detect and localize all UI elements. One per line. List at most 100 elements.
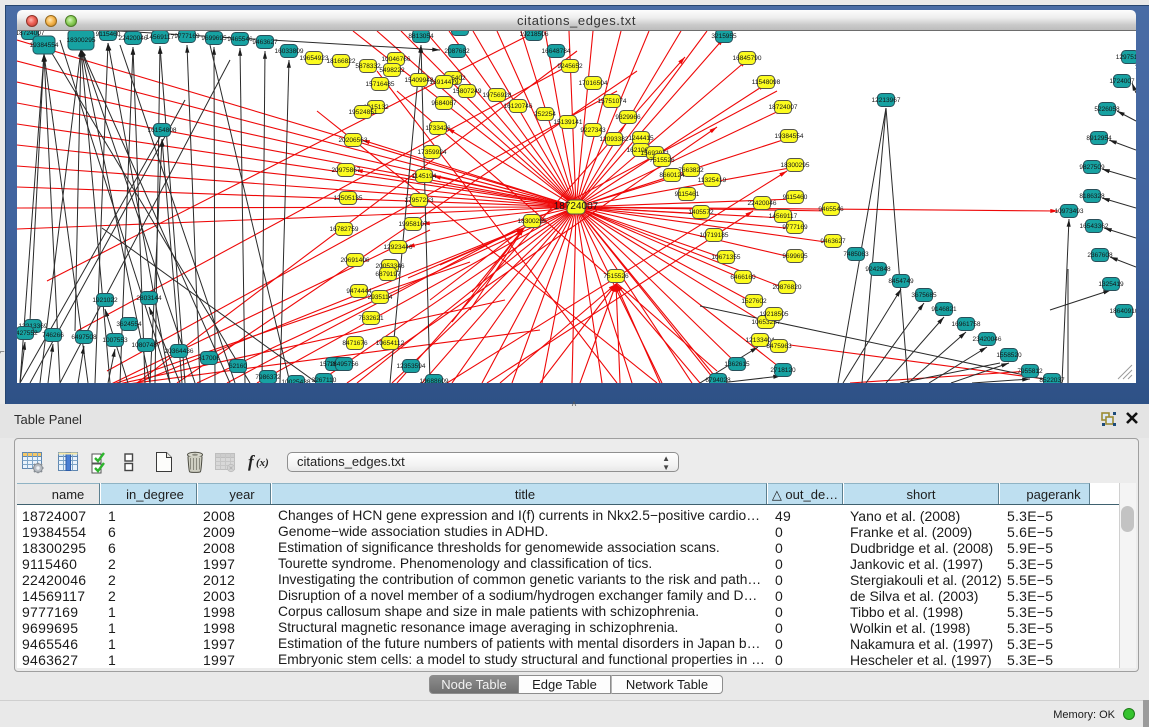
svg-text:10973493: 10973493 <box>1055 208 1084 215</box>
svg-text:6497508: 6497508 <box>71 334 97 341</box>
svg-text:20206563: 20206563 <box>339 137 368 144</box>
svg-text:11548098: 11548098 <box>752 79 781 86</box>
svg-text:12093382: 12093382 <box>600 136 629 143</box>
svg-text:9245652: 9245652 <box>557 63 583 70</box>
svg-text:7515526: 7515526 <box>603 273 629 280</box>
svg-text:23420046: 23420046 <box>973 336 1002 343</box>
svg-text:9684067: 9684067 <box>431 100 457 107</box>
svg-text:22420046: 22420046 <box>748 200 777 207</box>
svg-text:7485063: 7485063 <box>843 251 869 258</box>
svg-text:10688609: 10688609 <box>420 378 449 383</box>
svg-text:9777169: 9777169 <box>782 224 808 231</box>
svg-text:1724007: 1724007 <box>1109 78 1135 85</box>
svg-text:12505135: 12505135 <box>334 195 363 202</box>
svg-text:8454749: 8454749 <box>888 278 914 285</box>
svg-text:1145194: 1145194 <box>412 173 437 180</box>
svg-text:9115461: 9115461 <box>675 191 700 198</box>
svg-text:17016504: 17016504 <box>579 80 608 87</box>
svg-text:8660124: 8660124 <box>659 172 685 179</box>
svg-text:18300295: 18300295 <box>518 218 547 225</box>
svg-text:6879197: 6879197 <box>375 271 401 278</box>
svg-text:5226058: 5226058 <box>1094 106 1120 113</box>
svg-text:62160: 62160 <box>229 363 247 370</box>
svg-text:15751074: 15751074 <box>598 98 627 105</box>
svg-text:16543362: 16543362 <box>1080 223 1109 230</box>
svg-text:9699695: 9699695 <box>201 35 227 42</box>
svg-text:9463627: 9463627 <box>820 238 846 245</box>
svg-text:19384554: 19384554 <box>775 133 804 140</box>
svg-text:22420046: 22420046 <box>119 35 148 42</box>
svg-text:18166822: 18166822 <box>327 58 356 65</box>
svg-text:2087682: 2087682 <box>444 48 470 55</box>
svg-text:18724007: 18724007 <box>554 201 599 212</box>
svg-text:19218505: 19218505 <box>760 311 789 318</box>
svg-text:10046766: 10046766 <box>382 56 411 63</box>
svg-text:17359924: 17359924 <box>418 149 447 156</box>
svg-text:10025438: 10025438 <box>282 379 311 383</box>
svg-text:9463627: 9463627 <box>252 39 278 46</box>
svg-text:16914479: 16914479 <box>430 79 459 86</box>
svg-text:9329966: 9329966 <box>615 114 641 121</box>
svg-text:(x): (x) <box>256 457 269 469</box>
svg-text:9827509: 9827509 <box>1079 164 1105 171</box>
svg-text:1527602: 1527602 <box>741 298 767 305</box>
svg-text:19524851: 19524851 <box>349 109 378 116</box>
svg-text:20364436: 20364436 <box>165 348 194 355</box>
svg-text:3215955: 3215955 <box>711 33 737 40</box>
svg-text:617006: 617006 <box>198 355 220 362</box>
svg-text:18300295: 18300295 <box>67 37 96 44</box>
svg-text:3624554: 3624554 <box>116 321 142 328</box>
svg-text:3675685: 3675685 <box>911 292 937 299</box>
svg-text:8475963: 8475963 <box>766 343 792 350</box>
svg-text:12975115: 12975115 <box>1116 54 1136 61</box>
svg-text:2718120: 2718120 <box>770 367 796 374</box>
svg-text:7515526: 7515526 <box>649 157 675 164</box>
svg-text:16961758: 16961758 <box>952 321 981 328</box>
svg-text:1405572: 1405572 <box>688 209 714 216</box>
svg-text:1733426: 1733426 <box>425 125 451 132</box>
svg-text:19958107: 19958107 <box>399 221 428 228</box>
svg-text:10654112: 10654112 <box>376 340 405 347</box>
svg-text:1558520: 1558520 <box>996 352 1022 359</box>
svg-text:19384554: 19384554 <box>30 42 59 49</box>
svg-text:7357234: 7357234 <box>447 31 473 33</box>
svg-text:16033809: 16033809 <box>275 48 304 55</box>
svg-text:18495756: 18495756 <box>330 361 359 368</box>
svg-text:1007553: 1007553 <box>102 337 128 344</box>
svg-text:9115460: 9115460 <box>96 31 121 38</box>
svg-text:12923446: 12923446 <box>384 244 413 251</box>
svg-text:9777169: 9777169 <box>174 33 200 40</box>
svg-text:10807487: 10807487 <box>132 342 161 349</box>
svg-text:7986372: 7986372 <box>255 374 281 381</box>
svg-text:9699695: 9699695 <box>782 253 808 260</box>
svg-text:8471676: 8471676 <box>342 340 368 347</box>
svg-text:16648784: 16648784 <box>542 48 571 55</box>
svg-text:10719185: 10719185 <box>700 232 729 239</box>
svg-text:9465546: 9465546 <box>818 206 844 213</box>
svg-text:5878332: 5878332 <box>355 63 381 70</box>
svg-text:17957223: 17957223 <box>405 197 434 204</box>
svg-text:2803144: 2803144 <box>136 295 162 302</box>
svg-text:2367608: 2367608 <box>1087 252 1113 259</box>
svg-text:9242848: 9242848 <box>865 266 891 273</box>
svg-text:8813054: 8813054 <box>408 33 434 40</box>
svg-text:8912954: 8912954 <box>1086 135 1112 142</box>
svg-text:15139141: 15139141 <box>554 119 583 126</box>
svg-text:11325419: 11325419 <box>698 177 727 184</box>
svg-text:9465546: 9465546 <box>227 36 253 43</box>
svg-text:1362615: 1362615 <box>724 361 750 368</box>
svg-text:16154808: 16154808 <box>148 127 177 134</box>
svg-text:15807249: 15807249 <box>453 88 482 95</box>
svg-text:2935114: 2935114 <box>368 294 393 301</box>
svg-text:20876820: 20876820 <box>773 284 802 291</box>
svg-text:16845790: 16845790 <box>733 55 762 62</box>
svg-text:9146821: 9146821 <box>931 306 957 313</box>
svg-text:18640910: 18640910 <box>1110 308 1136 315</box>
svg-text:8522037: 8522037 <box>1039 377 1065 383</box>
svg-text:12353594: 12353594 <box>397 363 426 370</box>
svg-text:1244415: 1244415 <box>628 135 654 142</box>
svg-text:15716485: 15716485 <box>366 81 395 88</box>
svg-text:20975867: 20975867 <box>332 167 361 174</box>
svg-text:f: f <box>248 452 256 471</box>
svg-text:12213967: 12213967 <box>872 97 901 104</box>
